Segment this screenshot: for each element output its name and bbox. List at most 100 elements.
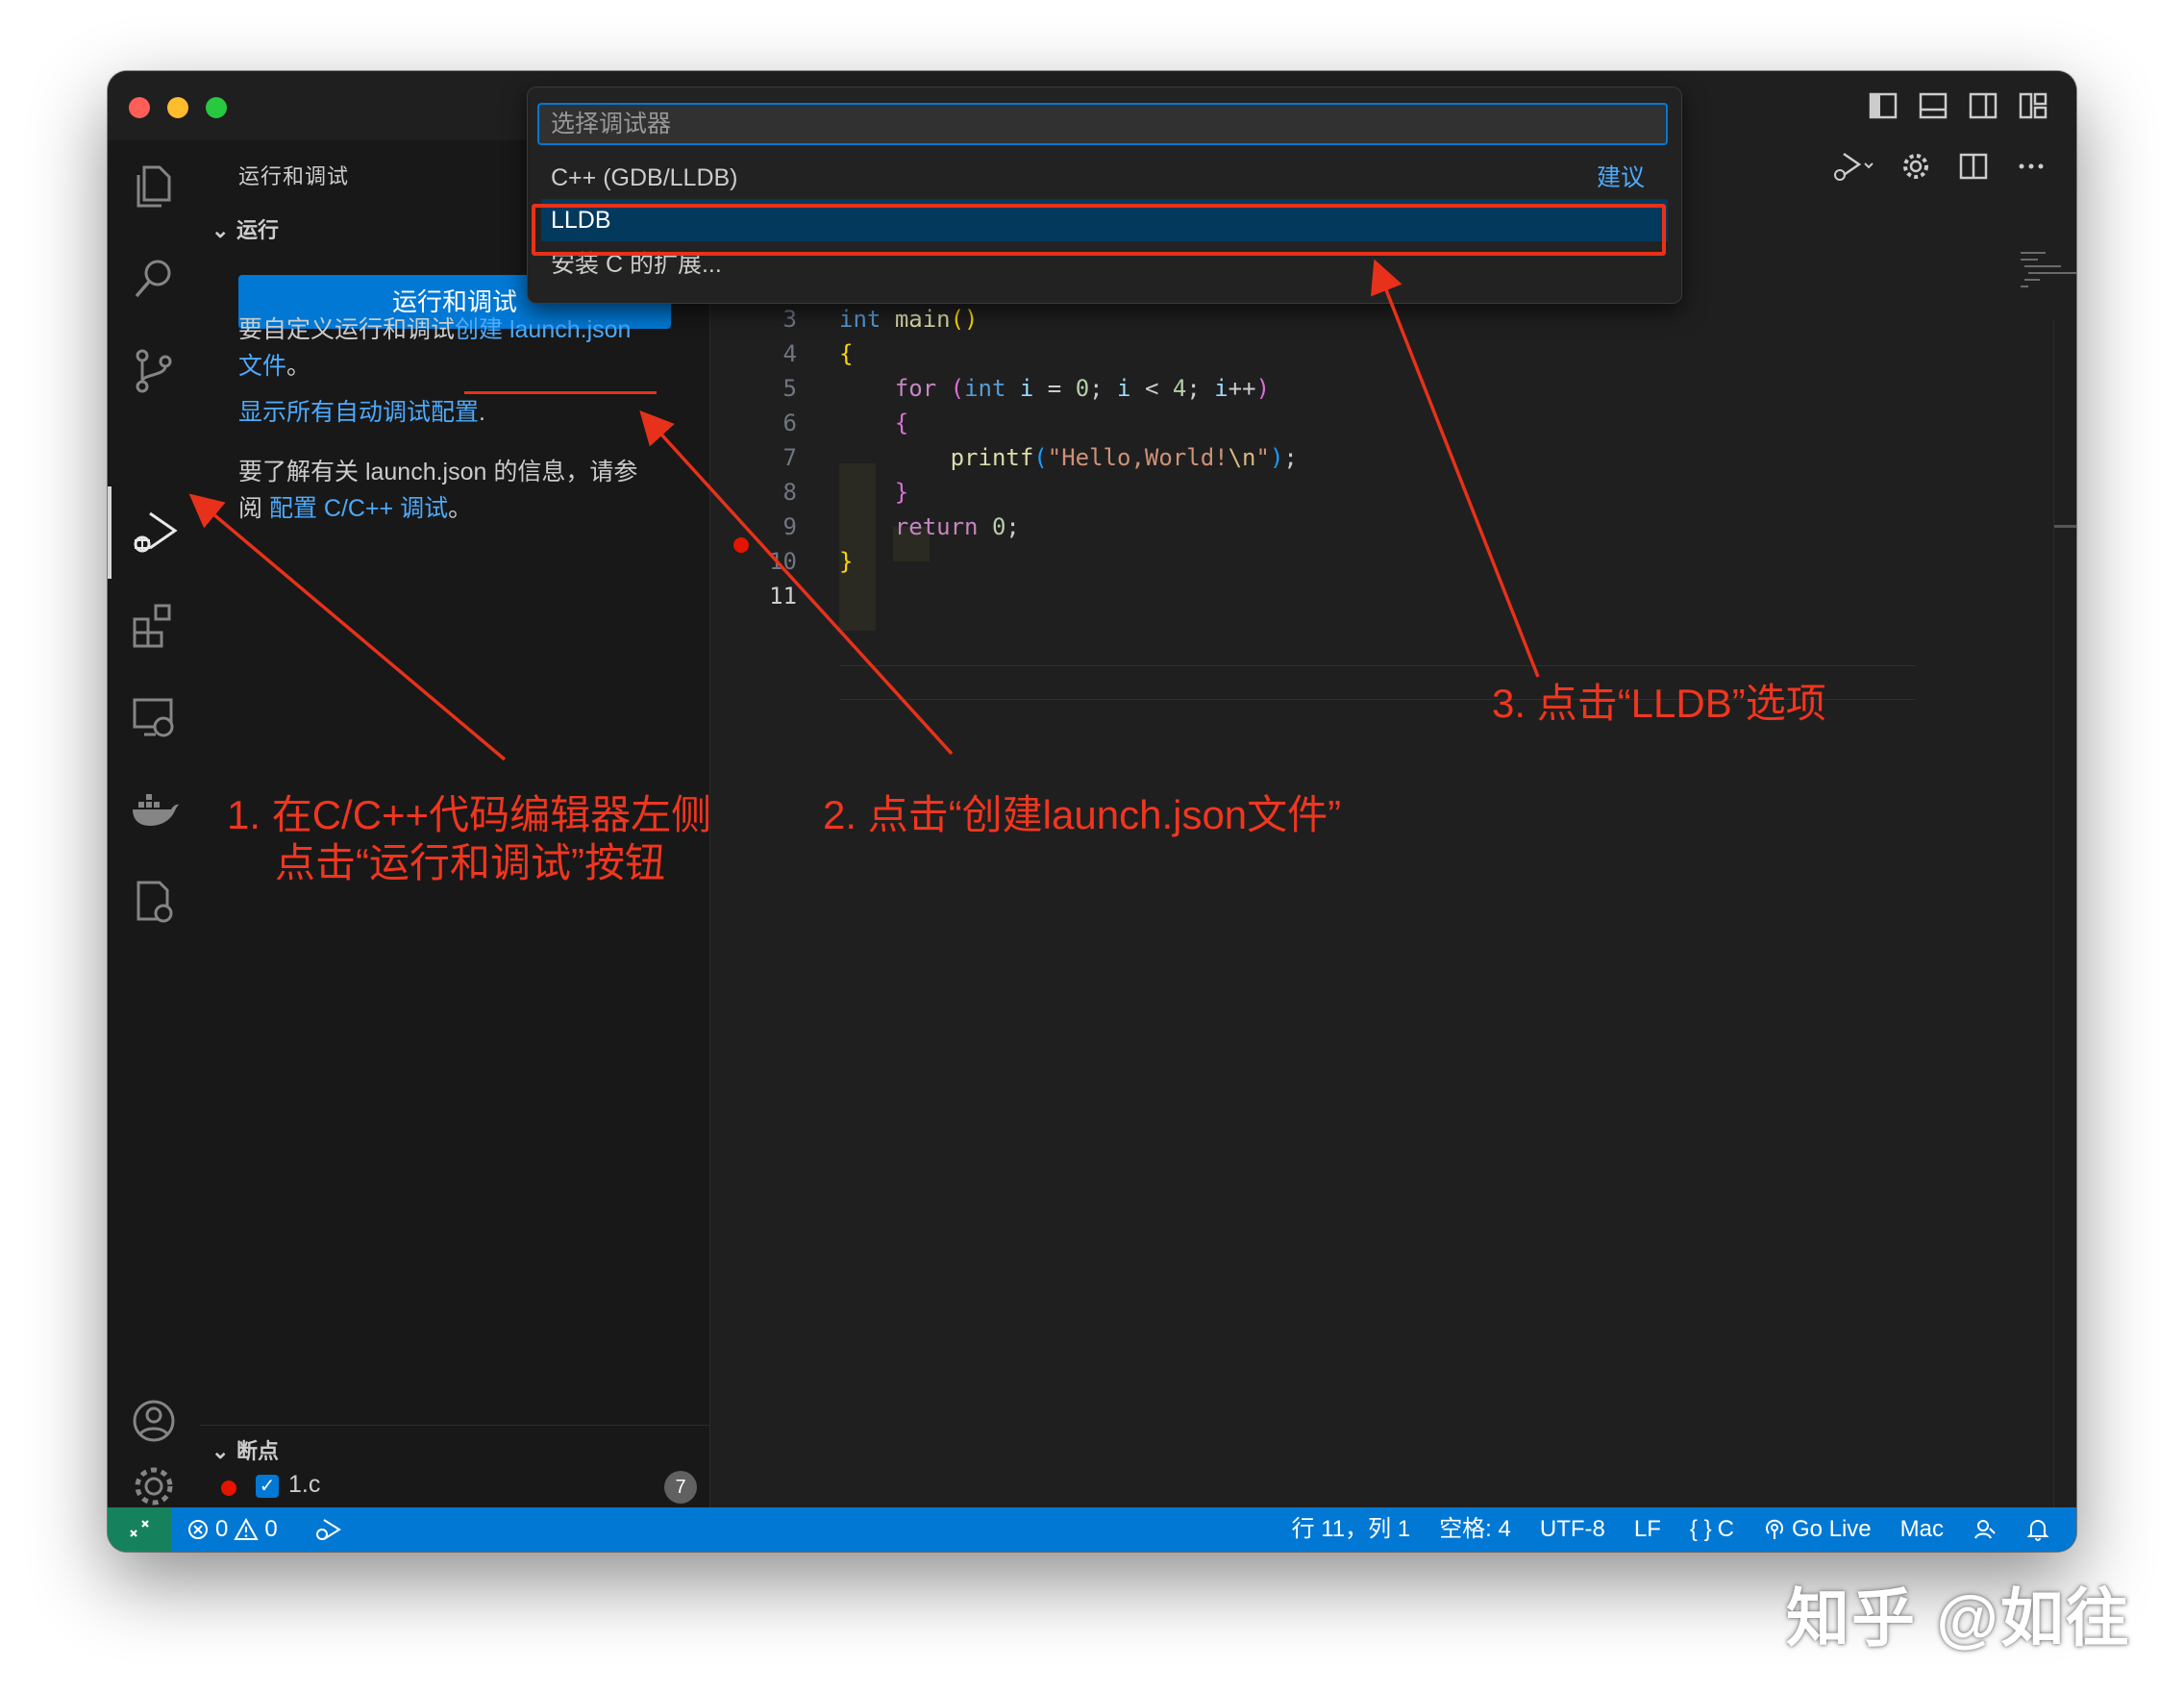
layout-customize-icon[interactable]: [2019, 92, 2048, 119]
lldb-highlight-box: [532, 204, 1666, 256]
line-number: 6: [782, 410, 797, 436]
learn-prefix: 阅: [238, 495, 269, 522]
customize-suffix: 。: [286, 353, 311, 380]
show-all-suffix: .: [479, 399, 485, 426]
breakpoints-label: 断点: [236, 1439, 280, 1463]
debugger-search-input[interactable]: 选择调试器: [537, 103, 1668, 145]
code-line: return 0;: [894, 513, 1020, 540]
line-number: 9: [782, 513, 797, 540]
sidebar-left-icon[interactable]: [1869, 92, 1898, 119]
zhihu-watermark: 知乎 @如往: [1786, 1582, 2131, 1654]
remote-explorer-icon[interactable]: [127, 690, 181, 744]
end-of-line[interactable]: LF: [1634, 1507, 1661, 1552]
breakpoint-enabled-checkbox[interactable]: ✓: [256, 1475, 279, 1498]
annotation-step2: 2. 点击“创建launch.json文件”: [823, 792, 1342, 837]
editor-scrollbar-track[interactable]: [2053, 319, 2054, 1507]
docker-icon[interactable]: [127, 783, 181, 836]
settings-gear-icon[interactable]: [1899, 150, 1932, 183]
recommended-tag: 建议: [1596, 164, 1645, 191]
extensions-icon[interactable]: [127, 598, 181, 652]
breakpoint-line-badge: 7: [664, 1471, 697, 1504]
debug-run-icon: [315, 1519, 341, 1540]
run-dropdown-icon[interactable]: [1832, 150, 1874, 183]
code-line: {: [894, 410, 909, 436]
breakpoint-item[interactable]: ✓ 1.c 7: [211, 1469, 697, 1507]
feedback-icon[interactable]: [1973, 1517, 1998, 1542]
problems-indicator[interactable]: 0 0: [186, 1507, 278, 1552]
create-launch-json-link[interactable]: 创建 launch.json: [455, 316, 631, 343]
line-number: 4: [782, 340, 797, 367]
code-line: for (int i = 0; i < 4; i++): [894, 375, 1271, 402]
source-control-icon[interactable]: [127, 344, 181, 398]
platform-indicator[interactable]: Mac: [1900, 1507, 1944, 1552]
learn-suffix: 。: [448, 495, 473, 522]
show-all-configs: 显示所有自动调试配置.: [238, 394, 690, 431]
scrollbar-position-marker: [2054, 525, 2076, 528]
annotation-step1-line1: 1. 在C/C++代码编辑器左侧: [227, 792, 712, 837]
code-line: }: [839, 548, 854, 575]
chevron-down-icon: ⌄: [211, 1439, 230, 1463]
error-icon: [188, 1520, 208, 1539]
code-line: {: [839, 340, 854, 367]
encoding[interactable]: UTF-8: [1540, 1507, 1605, 1552]
braces-icon: { }: [1689, 1516, 1712, 1542]
warning-icon: [234, 1518, 260, 1540]
activity-bar: [108, 140, 201, 1507]
sidebar-title: 运行和调试: [238, 164, 350, 188]
quickpick-item-cpp-gdb-lldb[interactable]: C++ (GDB/LLDB) 建议: [541, 157, 1668, 199]
language-label: C: [1717, 1516, 1734, 1542]
active-indicator: [108, 486, 112, 579]
cursor-position[interactable]: 行 11，列 1: [1292, 1507, 1411, 1552]
error-count: 0: [215, 1516, 229, 1542]
go-live-button[interactable]: Go Live: [1763, 1507, 1872, 1552]
close-window-button[interactable]: [129, 97, 150, 118]
manage-gear-icon[interactable]: [127, 1459, 181, 1513]
split-editor-icon[interactable]: [1957, 150, 1990, 183]
breakpoints-section-header[interactable]: ⌄ 断点: [211, 1434, 279, 1465]
broadcast-icon: [1766, 1519, 1783, 1539]
create-launch-json-link-2[interactable]: 文件: [238, 353, 286, 380]
run-section-header[interactable]: ⌄ 运行: [211, 213, 279, 244]
breakpoint-dot-icon: [221, 1480, 236, 1496]
quickpick-item-label: C++ (GDB/LLDB): [551, 164, 738, 191]
more-actions-icon[interactable]: [2015, 150, 2048, 183]
indentation[interactable]: 空格: 4: [1439, 1507, 1511, 1552]
code-line: int main(): [839, 306, 979, 333]
run-debug-icon[interactable]: [127, 506, 181, 560]
files-icon[interactable]: [127, 160, 181, 213]
learn-more-text: 要了解有关 launch.json 的信息，请参阅 配置 C/C++ 调试。: [238, 454, 690, 527]
run-section-label: 运行: [236, 218, 280, 242]
annotation-step3: 3. 点击“LLDB”选项: [1492, 681, 1826, 726]
line-number: 7: [782, 444, 797, 471]
warning-count: 0: [264, 1516, 278, 1542]
account-icon[interactable]: [127, 1394, 181, 1448]
zoom-window-button[interactable]: [206, 97, 227, 118]
remote-indicator[interactable]: [108, 1507, 171, 1552]
minimize-window-button[interactable]: [167, 97, 188, 118]
line-number: 10: [769, 548, 797, 575]
panel-bottom-icon[interactable]: [1919, 92, 1948, 119]
search-icon[interactable]: [127, 252, 181, 306]
status-bar: 0 0 行 11，列 1 空格: 4 UTF-8 LF { } C Go Live…: [108, 1507, 2076, 1552]
remote-icon: [130, 1520, 149, 1537]
editor-toolbar: [1832, 150, 2048, 183]
minimap[interactable]: [2021, 250, 2076, 292]
code-line: printf("Hello,World!\n");: [950, 444, 1298, 471]
line-number: 3: [782, 306, 797, 333]
debug-launch-indicator[interactable]: [314, 1517, 343, 1542]
learn-line-1: 要了解有关 launch.json 的信息，请参: [238, 459, 638, 485]
cpp-config-icon[interactable]: [127, 875, 181, 929]
launch-json-underline: [464, 391, 657, 394]
annotation-step1-line2: 点击“运行和调试”按钮: [275, 840, 665, 885]
line-number: 11: [769, 583, 797, 610]
notifications-bell-icon[interactable]: [2026, 1517, 2049, 1542]
breakpoint-file: 1.c: [288, 1471, 321, 1498]
select-debugger-quickpick: 选择调试器 C++ (GDB/LLDB) 建议 LLDB 安装 C 的扩展...: [527, 87, 1682, 304]
configure-cpp-debug-link[interactable]: 配置 C/C++ 调试: [269, 495, 448, 522]
language-mode[interactable]: { } C: [1690, 1507, 1734, 1552]
show-all-configs-link[interactable]: 显示所有自动调试配置: [238, 399, 479, 426]
customize-prefix: 要自定义运行和调试: [238, 316, 456, 343]
sidebar-right-icon[interactable]: [1969, 92, 1998, 119]
go-live-label: Go Live: [1791, 1516, 1872, 1542]
customize-text: 要自定义运行和调试创建 launch.json 文件。: [238, 311, 690, 385]
